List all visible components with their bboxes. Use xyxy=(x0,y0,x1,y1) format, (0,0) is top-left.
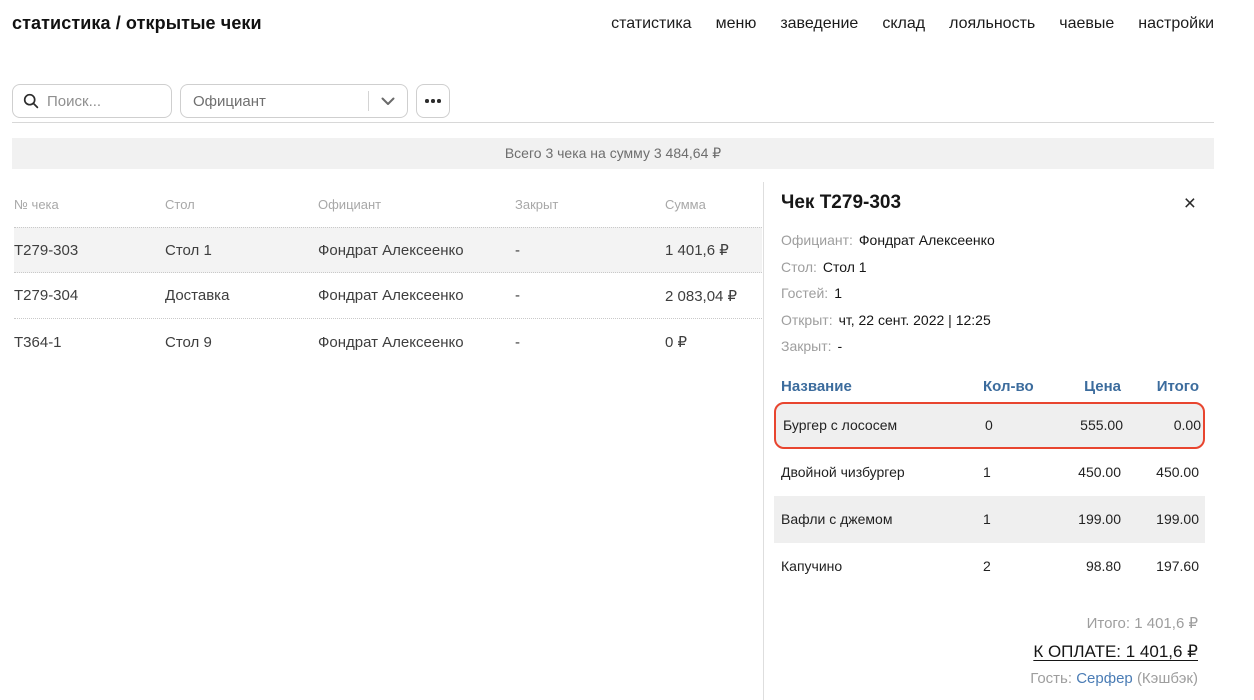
col-item-total: Итого xyxy=(1121,378,1199,395)
item-total: 0.00 xyxy=(1123,417,1201,433)
col-check-number: № чека xyxy=(14,197,165,212)
close-icon[interactable]: × xyxy=(1182,193,1198,214)
check-title: Чек T279-303 xyxy=(781,192,901,214)
cell-table: Стол 1 xyxy=(165,242,318,259)
item-price: 98.80 xyxy=(1043,558,1121,574)
waiter-filter-select[interactable]: Официант xyxy=(180,84,408,118)
search-icon xyxy=(23,93,39,109)
cell-waiter: Фондрат Алексеенко xyxy=(318,334,515,351)
cell-check-number: T364-1 xyxy=(14,334,165,351)
item-price: 450.00 xyxy=(1043,464,1121,480)
main-nav: статистика меню заведение склад лояльнос… xyxy=(611,15,1214,33)
toolbar-divider xyxy=(12,122,1214,123)
table-row[interactable]: T364-1 Стол 9 Фондрат Алексеенко - 0 ₽ xyxy=(14,319,762,365)
summary-bar: Всего 3 чека на сумму 3 484,64 ₽ xyxy=(12,138,1214,169)
cell-sum: 1 401,6 ₽ xyxy=(665,241,762,259)
waiter-filter-label: Официант xyxy=(193,93,368,110)
checks-table-header: № чека Стол Официант Закрыт Сумма xyxy=(14,195,762,213)
detail-table: Стол: Стол 1 xyxy=(781,254,1198,281)
col-item-price: Цена xyxy=(1043,378,1121,395)
item-price: 199.00 xyxy=(1043,511,1121,527)
item-name: Бургер с лососем xyxy=(783,417,985,433)
item-price: 555.00 xyxy=(1045,417,1123,433)
detail-opened: Открыт: чт, 22 сент. 2022 | 12:25 xyxy=(781,307,1198,334)
ellipsis-icon xyxy=(425,99,429,103)
table-row[interactable]: T279-303 Стол 1 Фондрат Алексеенко - 1 4… xyxy=(14,227,762,273)
cell-table: Стол 9 xyxy=(165,334,318,351)
open-checks-table: № чека Стол Официант Закрыт Сумма T279-3… xyxy=(14,195,762,365)
list-item[interactable]: Двойной чизбургер 1 450.00 450.00 xyxy=(774,449,1205,496)
col-closed: Закрыт xyxy=(515,197,665,212)
more-options-button[interactable] xyxy=(416,84,450,118)
search-input[interactable] xyxy=(47,93,161,110)
guest-line: Гость: Серфер (Кэшбэк) xyxy=(781,670,1198,687)
guest-name-link[interactable]: Серфер xyxy=(1076,670,1133,687)
check-detail-panel: Чек T279-303 × Официант: Фондрат Алексее… xyxy=(763,182,1214,700)
col-table: Стол xyxy=(165,197,318,212)
list-item[interactable]: Вафли с джемом 1 199.00 199.00 xyxy=(774,496,1205,543)
col-item-qty: Кол-во xyxy=(983,378,1043,395)
item-qty: 0 xyxy=(985,417,1045,433)
amount-due-link[interactable]: К ОПЛАТЕ: 1 401,6 ₽ xyxy=(1033,642,1198,662)
item-qty: 1 xyxy=(983,511,1043,527)
cell-waiter: Фондрат Алексеенко xyxy=(318,287,515,304)
col-item-name: Название xyxy=(781,378,983,395)
item-total: 450.00 xyxy=(1121,464,1199,480)
top-bar: статистика / открытые чеки статистика ме… xyxy=(12,13,1214,34)
cell-closed: - xyxy=(515,334,665,351)
filters-toolbar: Официант xyxy=(12,84,450,118)
items-table-header: Название Кол-во Цена Итого xyxy=(781,376,1198,398)
cell-closed: - xyxy=(515,242,665,259)
chevron-down-icon xyxy=(369,97,407,106)
col-waiter: Официант xyxy=(318,197,515,212)
guest-note: (Кэшбэк) xyxy=(1137,670,1198,687)
check-panel-header: Чек T279-303 × xyxy=(781,192,1198,214)
checks-table-body: T279-303 Стол 1 Фондрат Алексеенко - 1 4… xyxy=(14,227,762,365)
cell-closed: - xyxy=(515,287,665,304)
detail-waiter: Официант: Фондрат Алексеенко xyxy=(781,227,1198,254)
detail-guests: Гостей: 1 xyxy=(781,280,1198,307)
cell-sum: 2 083,04 ₽ xyxy=(665,287,762,305)
guest-label: Гость: xyxy=(1030,670,1072,687)
cell-table: Доставка xyxy=(165,287,318,304)
nav-item-loyalty[interactable]: лояльность xyxy=(949,15,1035,33)
item-name: Двойной чизбургер xyxy=(781,464,983,480)
nav-item-warehouse[interactable]: склад xyxy=(882,15,925,33)
nav-item-settings[interactable]: настройки xyxy=(1138,15,1214,33)
check-totals: Итого: 1 401,6 ₽ К ОПЛАТЕ: 1 401,6 ₽ Гос… xyxy=(781,614,1198,687)
item-total: 197.60 xyxy=(1121,558,1199,574)
cell-sum: 0 ₽ xyxy=(665,333,762,351)
search-box[interactable] xyxy=(12,84,172,118)
check-items-table: Название Кол-во Цена Итого Бургер с лосо… xyxy=(781,376,1198,590)
nav-item-menu[interactable]: меню xyxy=(716,15,757,33)
summary-text: Всего 3 чека на сумму 3 484,64 ₽ xyxy=(505,145,721,162)
col-sum: Сумма xyxy=(665,197,762,212)
nav-item-tips[interactable]: чаевые xyxy=(1059,15,1114,33)
nav-item-statistics[interactable]: статистика xyxy=(611,15,691,33)
detail-closed: Закрыт: - xyxy=(781,333,1198,360)
item-total: 199.00 xyxy=(1121,511,1199,527)
table-row[interactable]: T279-304 Доставка Фондрат Алексеенко - 2… xyxy=(14,273,762,319)
item-qty: 1 xyxy=(983,464,1043,480)
nav-item-venue[interactable]: заведение xyxy=(780,15,858,33)
subtotal-text: Итого: 1 401,6 ₽ xyxy=(781,614,1198,632)
cell-waiter: Фондрат Алексеенко xyxy=(318,242,515,259)
item-qty: 2 xyxy=(983,558,1043,574)
list-item[interactable]: Капучино 2 98.80 197.60 xyxy=(774,543,1205,590)
item-name: Вафли с джемом xyxy=(781,511,983,527)
check-details: Официант: Фондрат Алексеенко Стол: Стол … xyxy=(781,227,1198,360)
items-table-body: Бургер с лососем 0 555.00 0.00 Двойной ч… xyxy=(781,402,1198,590)
cell-check-number: T279-304 xyxy=(14,287,165,304)
cell-check-number: T279-303 xyxy=(14,242,165,259)
page-title: статистика / открытые чеки xyxy=(12,13,262,34)
list-item[interactable]: Бургер с лососем 0 555.00 0.00 xyxy=(774,402,1205,449)
item-name: Капучино xyxy=(781,558,983,574)
